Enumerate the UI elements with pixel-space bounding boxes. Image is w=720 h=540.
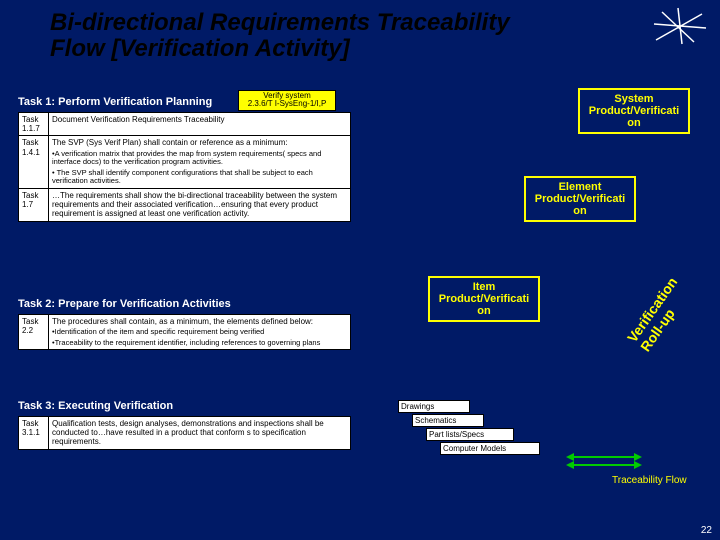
stack-drawings: Drawings [398,400,470,413]
traceability-arrow [564,450,644,472]
stack-models: Computer Models [440,442,540,455]
task3-table: Task 3.1.1 Qualification tests, design a… [18,416,351,450]
traceability-flow-label: Traceability Flow [612,475,687,486]
cell-id: Task 1.7 [19,189,49,222]
cell-id: Task 1.1.7 [19,113,49,136]
star-logo [652,6,708,46]
verify-system-tag: Verify system2.3.6/T I-SysEng-1/I,P [238,90,336,111]
task1-table: Task 1.1.7 Document Verification Require… [18,112,351,222]
stack-schematics: Schematics [412,414,484,427]
title-line1: Bi-directional Requirements Traceability [50,9,510,36]
title-line2: Flow [Verification Activity] [50,35,350,62]
cell-txt: The procedures shall contain, as a minim… [49,315,351,350]
task2-heading: Task 2: Prepare for Verification Activit… [18,298,231,310]
artifact-stack: Drawings Schematics Part lists/Specs Com… [398,400,548,470]
stack-parts: Part lists/Specs [426,428,514,441]
cell-txt: Qualification tests, design analyses, de… [49,417,351,450]
system-box: System Product/Verificati on [578,88,690,134]
cell-txt: Document Verification Requirements Trace… [49,113,351,136]
cell-txt: The SVP (Sys Verif Plan) shall contain o… [49,136,351,189]
item-box: Item Product/Verificati on [428,276,540,322]
task1-heading: Task 1: Perform Verification Planning [18,96,212,108]
cell-id: Task 3.1.1 [19,417,49,450]
rollup-label: Verification Roll-up [624,257,705,354]
task2-table: Task 2.2 The procedures shall contain, a… [18,314,351,350]
cell-id: Task 1.4.1 [19,136,49,189]
task3-heading: Task 3: Executing Verification [18,400,173,412]
cell-id: Task 2.2 [19,315,49,350]
element-box: Element Product/Verificati on [524,176,636,222]
cell-txt: …The requirements shall show the bi-dire… [49,189,351,222]
page-number: 22 [701,525,712,536]
